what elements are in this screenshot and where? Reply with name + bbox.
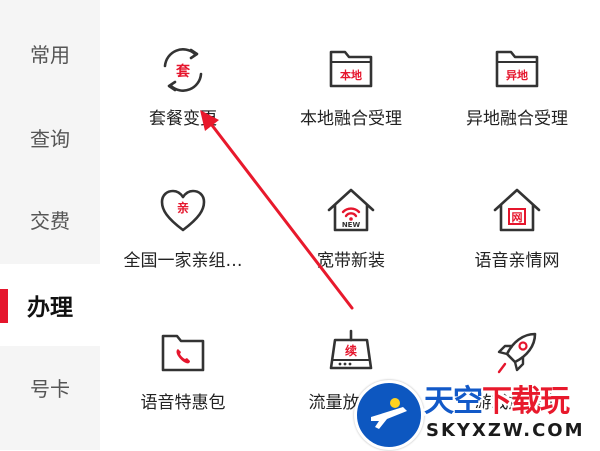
house-wifi-icon: NEW	[327, 188, 375, 232]
folder-local-icon: 本地	[329, 50, 373, 88]
tile-package-change[interactable]: 套 套餐变更	[98, 44, 268, 144]
icon-badge: 网	[512, 211, 523, 224]
tile-family-group[interactable]: 亲 全国一家亲组…	[98, 186, 268, 286]
sidebar-item-payment[interactable]: 交费	[0, 178, 100, 260]
icon-badge: 异地	[506, 68, 528, 82]
tile-data-worry-free[interactable]: 续 流量放心用	[266, 328, 436, 428]
sidebar-item-label: 办理	[27, 295, 73, 321]
tile-voice-family-network[interactable]: 网 语音亲情网	[432, 186, 600, 286]
sidebar-item-label: 交费	[30, 208, 70, 233]
tile-label: 游戏加速宝	[474, 393, 560, 413]
tile-game-accelerator[interactable]: 游戏加速宝	[432, 328, 600, 428]
sidebar-item-label: 查询	[30, 126, 70, 151]
tile-label: 语音特惠包	[140, 393, 226, 413]
sidebar-item-common[interactable]: 常用	[0, 12, 100, 94]
tile-label: 语音亲情网	[474, 251, 560, 271]
icon-badge: 续	[345, 343, 357, 358]
tile-label: 宽带新装	[317, 251, 385, 271]
icon-badge: 套	[176, 63, 190, 80]
tile-label: 本地融合受理	[300, 109, 402, 129]
heart-family-icon: 亲	[160, 189, 206, 232]
tile-label: 流量放心用	[308, 393, 394, 413]
tile-voice-discount-pack[interactable]: 语音特惠包	[98, 328, 268, 428]
sidebar-item-label: 号卡	[30, 376, 70, 401]
folder-remote-icon: 异地	[495, 50, 539, 88]
sidebar-item-sim-card[interactable]: 号卡	[0, 346, 100, 428]
tile-broadband-install[interactable]: NEW 宽带新装	[266, 186, 436, 286]
icon-badge: 亲	[177, 200, 189, 215]
package-change-icon: 套	[163, 48, 203, 92]
icon-badge: 本地	[340, 68, 362, 82]
icon-badge: NEW	[342, 221, 361, 229]
router-renew-icon: 续	[329, 329, 373, 370]
phone-folder-icon	[161, 334, 205, 372]
sidebar-item-query[interactable]: 查询	[0, 96, 100, 178]
active-indicator	[0, 289, 8, 323]
tile-remote-fusion[interactable]: 异地 异地融合受理	[432, 44, 600, 144]
tile-label: 全国一家亲组…	[123, 251, 243, 271]
rocket-icon	[497, 332, 537, 374]
house-network-icon: 网	[493, 188, 541, 232]
sidebar-item-label: 常用	[30, 42, 70, 67]
tile-label: 套餐变更	[149, 109, 217, 129]
service-grid: 套 套餐变更 本地 本地融合受理 异地 异地融合受理 亲 全国一家亲组… NEW…	[100, 0, 600, 450]
sidebar-item-handle[interactable]: 办理	[0, 264, 100, 346]
tile-local-fusion[interactable]: 本地 本地融合受理	[266, 44, 436, 144]
tile-label: 异地融合受理	[466, 109, 568, 129]
category-sidebar: 常用 查询 交费 办理 号卡	[0, 0, 100, 450]
